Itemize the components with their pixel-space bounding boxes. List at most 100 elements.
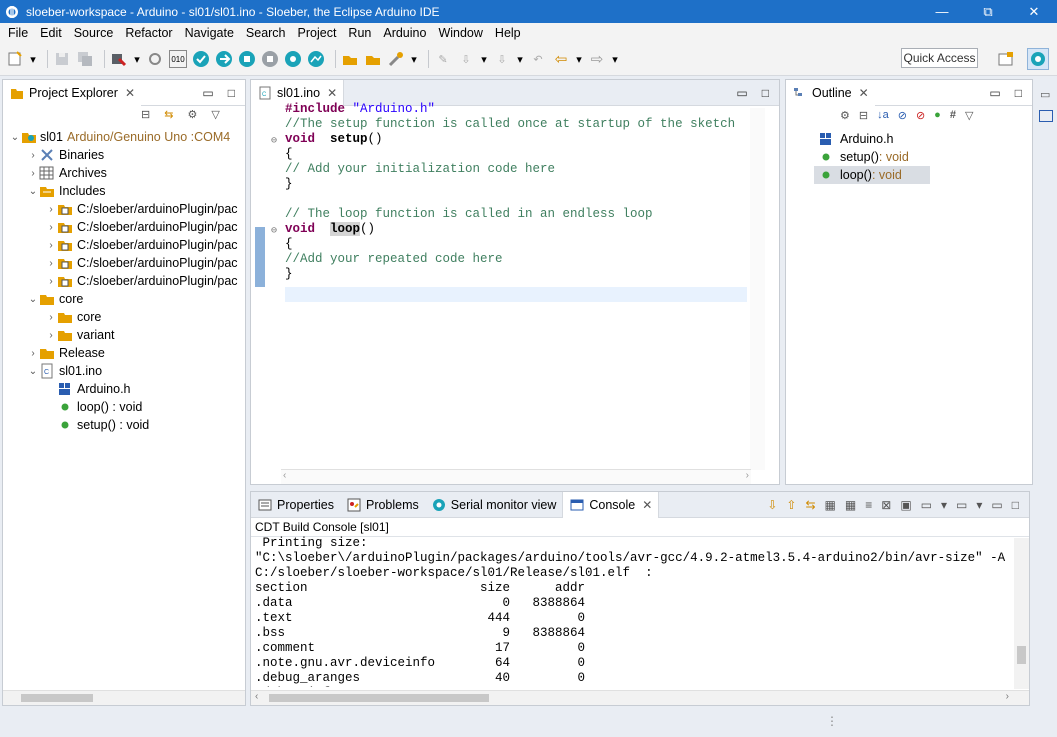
stop-icon[interactable]: [238, 50, 256, 68]
collapse-all-icon[interactable]: ⊟: [859, 109, 868, 122]
tree-item[interactable]: ⌄ Csl01.ino: [3, 362, 245, 380]
maximize-icon[interactable]: □: [228, 86, 235, 100]
tree-item[interactable]: › C:/sloeber/arduinoPlugin/pac: [3, 200, 245, 218]
tools-icon[interactable]: [387, 50, 405, 68]
arduino-perspective-icon[interactable]: [1027, 48, 1049, 70]
minimize-icon[interactable]: ▭: [202, 86, 213, 100]
outline-item[interactable]: setup() : void: [786, 148, 1032, 166]
collapse-all-icon[interactable]: ⊟: [141, 108, 150, 121]
console-output[interactable]: Printing size: "C:\sloeber\/arduinoPlugin…: [251, 536, 1029, 687]
chevron-right-icon[interactable]: ›: [45, 240, 57, 251]
tab-console[interactable]: Console ✕: [562, 491, 660, 518]
forward-icon[interactable]: ⇨: [588, 50, 606, 68]
scroll-thumb[interactable]: [1017, 646, 1026, 664]
link-editor-icon[interactable]: ⇆: [164, 108, 173, 121]
tree-item[interactable]: ⌄ core: [3, 290, 245, 308]
tree-item-project[interactable]: ⌄ sl01 Arduino/Genuino Uno :COM4: [3, 128, 245, 146]
hide-static-icon[interactable]: ⊘: [916, 109, 925, 122]
menu-file[interactable]: File: [2, 26, 34, 40]
minimize-icon[interactable]: ▭: [736, 86, 747, 100]
menu-source[interactable]: Source: [68, 26, 120, 40]
tree-item[interactable]: loop() : void: [3, 398, 245, 416]
next-annotation-icon[interactable]: ⇩: [493, 50, 511, 68]
chevron-right-icon[interactable]: ›: [27, 150, 39, 161]
dropdown-icon[interactable]: ▾: [516, 50, 524, 68]
minimize-icon[interactable]: ▭: [991, 498, 1002, 512]
dropdown-icon[interactable]: ▾: [941, 498, 947, 512]
tree-item[interactable]: › Release: [3, 344, 245, 362]
refresh-icon[interactable]: [146, 50, 164, 68]
chevron-down-icon[interactable]: ⌄: [9, 132, 21, 143]
build-icon[interactable]: [110, 50, 128, 68]
panel-icon[interactable]: [1039, 110, 1053, 122]
tab-outline[interactable]: Outline ✕: [786, 79, 875, 106]
chevron-down-icon[interactable]: ⌄: [27, 294, 39, 305]
sort-icon[interactable]: ↓a: [877, 109, 889, 122]
clear-console-icon[interactable]: ⊠: [881, 498, 891, 512]
dropdown-icon[interactable]: ▾: [29, 50, 37, 68]
restore-panel-icon[interactable]: ▭: [1040, 88, 1050, 101]
chevron-right-icon[interactable]: ›: [45, 312, 57, 323]
chevron-right-icon[interactable]: ›: [45, 204, 57, 215]
quick-access-input[interactable]: Quick Access: [901, 48, 978, 68]
save-icon[interactable]: [53, 50, 71, 68]
tab-properties[interactable]: Properties: [251, 492, 340, 518]
menu-search[interactable]: Search: [240, 26, 292, 40]
close-icon[interactable]: ✕: [327, 86, 337, 100]
open-perspective-icon[interactable]: [998, 51, 1014, 67]
fold-icon[interactable]: ⊖: [271, 134, 277, 149]
scroll-right-icon[interactable]: ›: [746, 470, 749, 481]
dropdown-icon[interactable]: ▾: [611, 50, 619, 68]
scroll-left-icon[interactable]: ‹: [283, 470, 286, 481]
chevron-right-icon[interactable]: ›: [45, 222, 57, 233]
vertical-scrollbar[interactable]: [750, 108, 765, 470]
scroll-thumb[interactable]: [21, 694, 93, 702]
upload-icon[interactable]: [215, 50, 233, 68]
tree-item[interactable]: › C:/sloeber/arduinoPlugin/pac: [3, 254, 245, 272]
program-icon[interactable]: [261, 50, 279, 68]
chevron-right-icon[interactable]: ›: [45, 258, 57, 269]
menu-window[interactable]: Window: [432, 26, 488, 40]
fold-icon[interactable]: ⊖: [271, 224, 277, 239]
pin-icon[interactable]: ▣: [900, 498, 911, 512]
tab-serial-monitor-view[interactable]: Serial monitor view: [425, 492, 563, 518]
menu-navigate[interactable]: Navigate: [179, 26, 240, 40]
view-menu-icon[interactable]: ▽: [965, 109, 973, 122]
maximize-icon[interactable]: □: [762, 86, 769, 100]
tab-project-explorer[interactable]: Project Explorer ✕: [3, 79, 141, 106]
hide-fields-icon[interactable]: ⊘: [898, 109, 907, 122]
tree-item[interactable]: ⌄ Includes: [3, 182, 245, 200]
word-wrap-icon[interactable]: ≡: [865, 498, 872, 512]
tree-item[interactable]: › C:/sloeber/arduinoPlugin/pac: [3, 272, 245, 290]
horizontal-scrollbar[interactable]: [3, 690, 245, 705]
minimize-icon[interactable]: ▭: [989, 86, 1000, 100]
tree-item[interactable]: › Binaries: [3, 146, 245, 164]
chevron-down-icon[interactable]: ⌄: [27, 186, 39, 197]
tree-item[interactable]: › core: [3, 308, 245, 326]
outline-item[interactable]: loop() : void: [814, 166, 930, 184]
menu-refactor[interactable]: Refactor: [119, 26, 178, 40]
link-icon[interactable]: ⇆: [805, 498, 815, 512]
plotter-icon[interactable]: [307, 50, 325, 68]
close-icon[interactable]: ✕: [642, 498, 652, 512]
restore-button[interactable]: ⧉: [965, 0, 1011, 23]
scroll-up-icon[interactable]: ⇧: [786, 498, 796, 512]
tree-item[interactable]: › Archives: [3, 164, 245, 182]
close-icon[interactable]: ✕: [859, 86, 869, 100]
tree-item[interactable]: setup() : void: [3, 416, 245, 434]
menu-run[interactable]: Run: [342, 26, 377, 40]
tree-item[interactable]: › variant: [3, 326, 245, 344]
chevron-right-icon[interactable]: ›: [27, 168, 39, 179]
last-edit-icon[interactable]: ↶: [529, 50, 547, 68]
chevron-right-icon[interactable]: ›: [27, 348, 39, 359]
tree-item[interactable]: Arduino.h: [3, 380, 245, 398]
binary-icon[interactable]: 010: [169, 50, 187, 68]
pen-icon[interactable]: ✎: [434, 50, 452, 68]
chevron-down-icon[interactable]: ⌄: [27, 366, 39, 377]
back-icon[interactable]: ⇦: [552, 50, 570, 68]
tree-item[interactable]: › C:/sloeber/arduinoPlugin/pac: [3, 236, 245, 254]
dropdown-icon[interactable]: ▾: [976, 498, 982, 512]
scroll-right-icon[interactable]: ›: [1006, 691, 1009, 702]
chevron-right-icon[interactable]: ›: [45, 330, 57, 341]
scroll-thumb[interactable]: [269, 694, 489, 702]
